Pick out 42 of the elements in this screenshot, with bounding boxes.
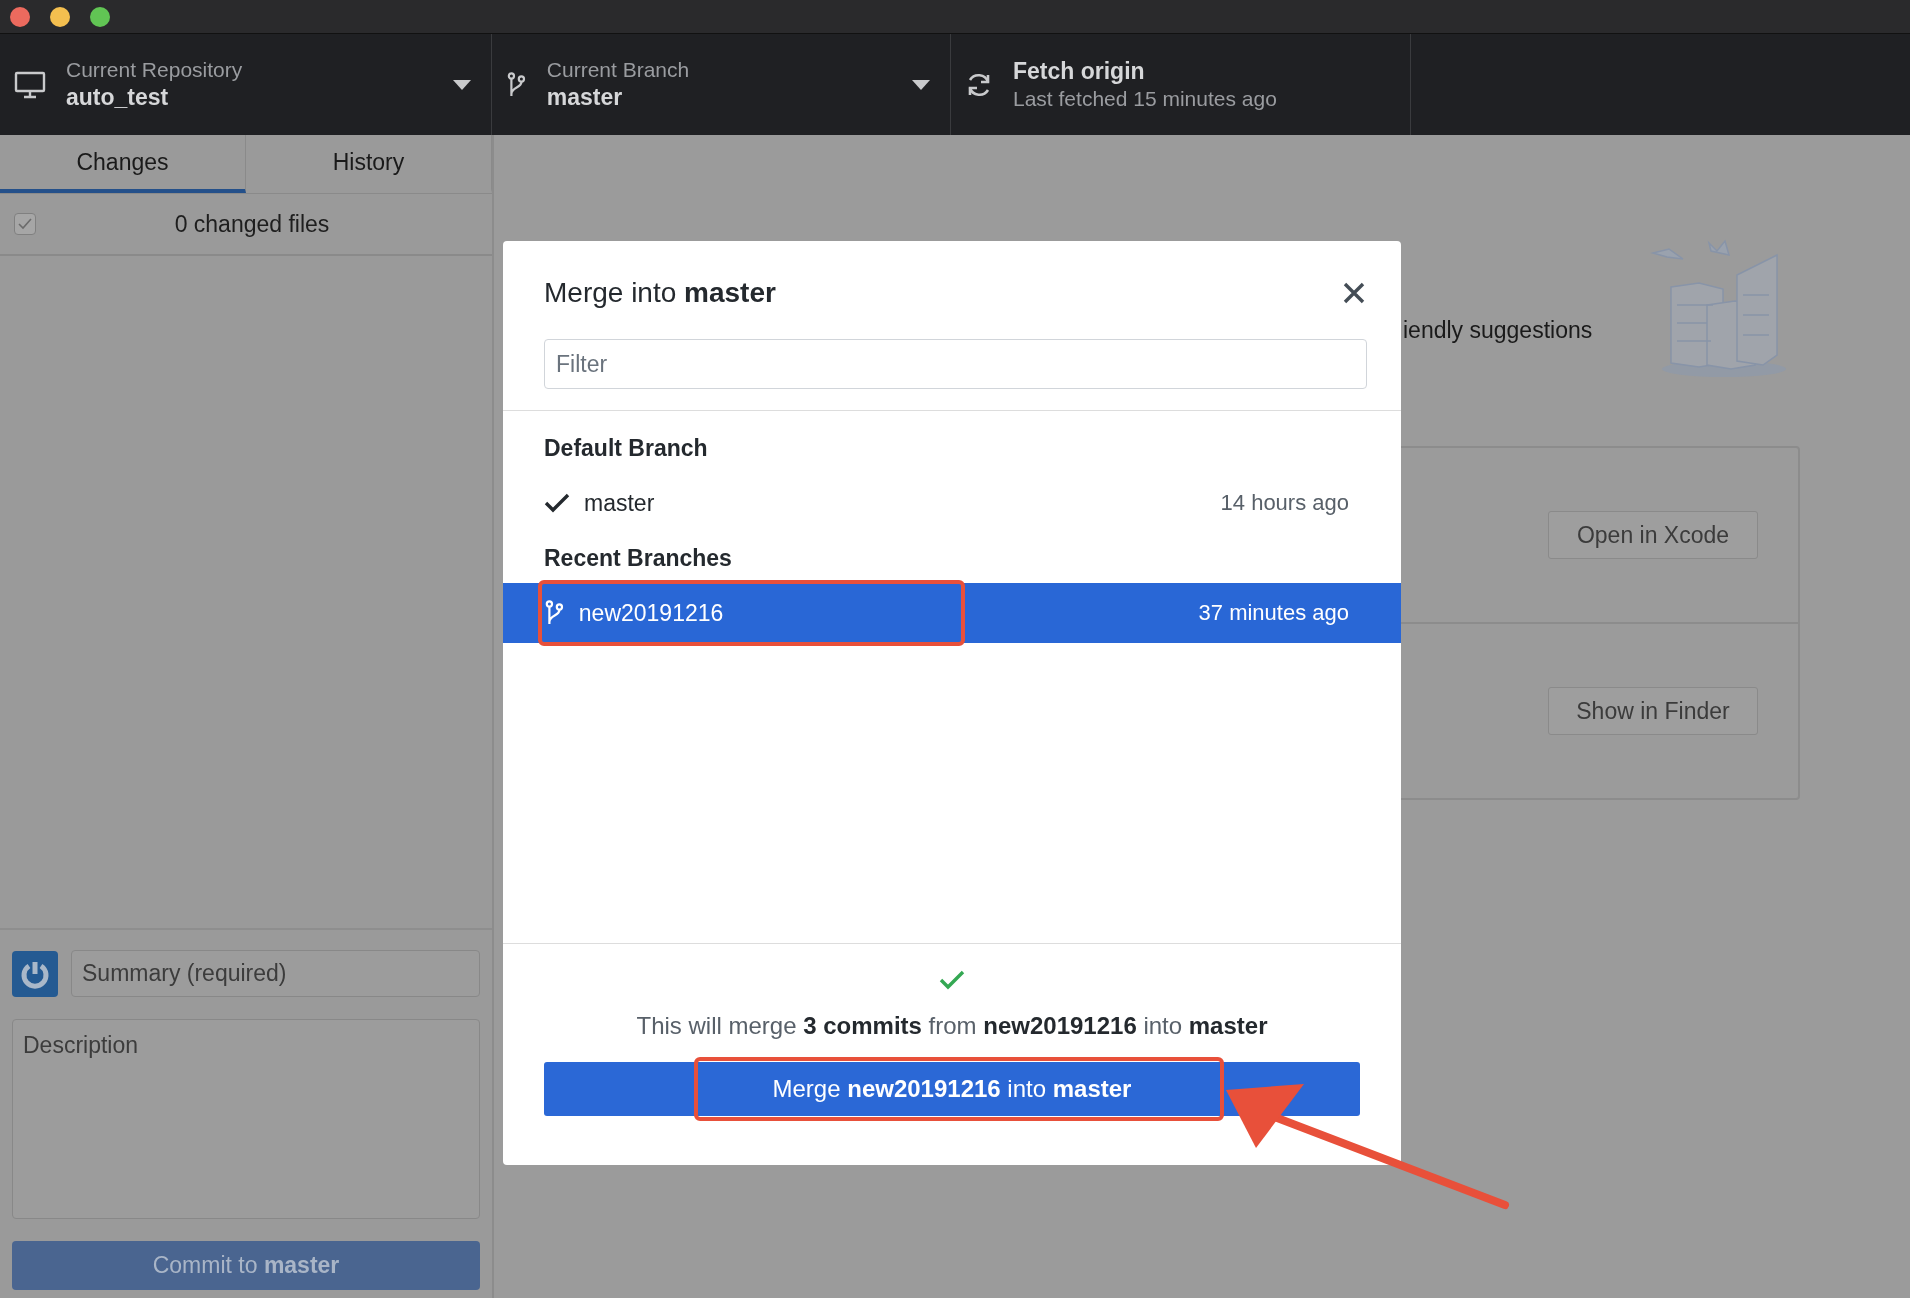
branch-time: 14 hours ago	[1220, 490, 1349, 516]
repository-label: Current Repository	[66, 58, 244, 82]
sidebar-tab[interactable]: Changes	[0, 135, 246, 193]
branch-row[interactable]: master 14 hours ago	[503, 473, 1401, 533]
dialog-title: Merge into master	[544, 277, 776, 309]
branch-icon	[506, 71, 527, 98]
repository-name: auto_test	[66, 84, 170, 111]
check-icon	[544, 492, 570, 514]
summary-field[interactable]: Summary (required)	[71, 950, 480, 997]
fetch-button[interactable]: Fetch origin Last fetched 15 minutes ago	[951, 34, 1411, 135]
check-icon	[939, 970, 965, 990]
branch-selector[interactable]: Current Branch master	[492, 34, 951, 135]
caret-icon	[912, 79, 930, 90]
action-button[interactable]: Open in Xcode	[1548, 511, 1758, 559]
avatar-icon	[12, 950, 58, 997]
sidebar-tab[interactable]: History	[246, 135, 492, 193]
window-button[interactable]	[10, 6, 30, 27]
branch-row[interactable]: new20191216 37 minutes ago	[503, 583, 1401, 643]
branch-label: Current Branch	[546, 58, 691, 82]
fetch-status: Last fetched 15 minutes ago	[1013, 87, 1278, 111]
branch-time: 37 minutes ago	[1198, 600, 1349, 626]
group-heading: Default Branch	[543, 433, 709, 463]
description-field[interactable]: Description	[12, 1019, 480, 1219]
close-button[interactable]	[1341, 280, 1367, 306]
window-button[interactable]	[50, 6, 70, 27]
fetch-title: Fetch origin	[1013, 58, 1146, 85]
branch-name: master	[546, 84, 624, 111]
branch-icon	[544, 600, 565, 626]
action-button[interactable]: Show in Finder	[1548, 687, 1758, 735]
monitor-icon	[14, 70, 46, 99]
branch-name: master	[584, 489, 656, 517]
branch-name: new20191216	[578, 599, 725, 627]
filter-field[interactable]: Filter	[544, 339, 1367, 389]
caret-icon	[453, 79, 471, 90]
check-icon	[18, 218, 32, 230]
merge-button[interactable]: Merge new20191216 into master	[544, 1062, 1360, 1116]
merge-summary: This will merge 3 commits from new20191216 into master	[636, 1012, 1268, 1040]
select-all-checkbox[interactable]	[14, 213, 36, 235]
changed-files-count: 0 changed files	[173, 210, 331, 238]
window-button[interactable]	[90, 6, 110, 27]
group-heading: Recent Branches	[543, 543, 733, 573]
suggestions-text: iendly suggestions	[1403, 317, 1593, 344]
